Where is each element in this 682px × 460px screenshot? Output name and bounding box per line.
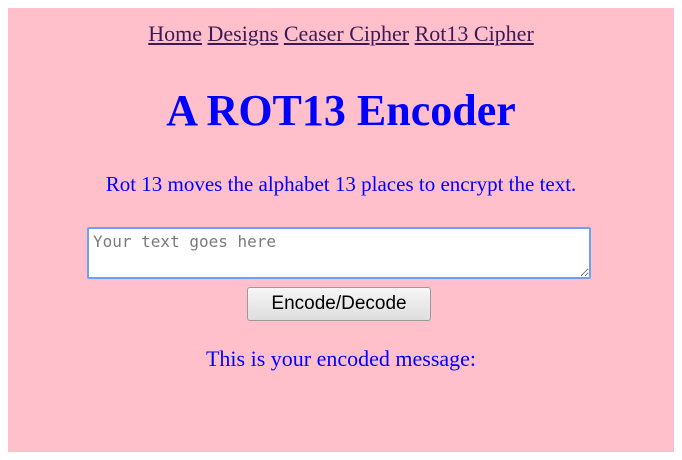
- text-input[interactable]: [87, 227, 591, 279]
- nav-link-ceaser-cipher[interactable]: Ceaser Cipher: [284, 21, 409, 46]
- page-description: Rot 13 moves the alphabet 13 places to e…: [105, 172, 577, 196]
- nav-link-designs[interactable]: Designs: [207, 21, 278, 46]
- encode-decode-button[interactable]: Encode/Decode: [247, 287, 431, 321]
- page-title: A ROT13 Encoder: [166, 86, 516, 135]
- encoded-message-label: This is your encoded message:: [205, 346, 477, 371]
- nav-link-rot13-cipher[interactable]: Rot13 Cipher: [415, 21, 534, 46]
- page-container: Home Designs Ceaser Cipher Rot13 Cipher …: [8, 8, 674, 452]
- nav-bar: Home Designs Ceaser Cipher Rot13 Cipher: [8, 22, 674, 46]
- nav-link-home[interactable]: Home: [148, 21, 202, 46]
